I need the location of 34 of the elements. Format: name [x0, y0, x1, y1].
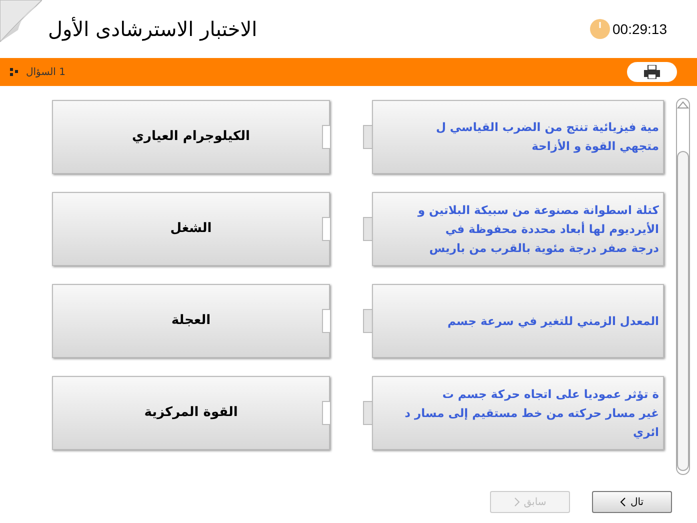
term-card[interactable]: الكيلوجرام العياري	[52, 100, 330, 174]
page-title: الاختبار الاسترشادى الأول	[48, 16, 258, 43]
connector-notch	[322, 217, 330, 241]
term-text: القوة المركزية	[144, 404, 238, 422]
chevron-left-icon	[620, 497, 626, 507]
term-text: الشغل	[170, 220, 212, 238]
timer: 00:29:13	[612, 20, 667, 38]
question-number: 1 السؤال	[26, 66, 66, 80]
term-card[interactable]: العجلة	[52, 284, 330, 358]
term-text: العجلة	[171, 312, 211, 330]
definition-text: كتلة اسطوانة مصنوعة من سبيكة البلاتين و الأيرديوم لها أبعاد محددة محفوظة في درجة صفر درجة مئوية بالقرب من باريس	[418, 202, 659, 257]
scroll-up-icon[interactable]	[677, 99, 689, 109]
definition-card[interactable]: المعدل الزمني للتغير في سرعة جسم	[372, 284, 664, 358]
term-card[interactable]: القوة المركزية	[52, 376, 330, 450]
term-text: الكيلوجرام العياري	[132, 128, 250, 146]
definition-text: المعدل الزمني للتغير في سرعة جسم	[448, 312, 659, 330]
chevron-right-icon	[514, 497, 520, 507]
connector-notch	[322, 309, 330, 333]
printer-icon	[644, 65, 660, 79]
page-curl-icon	[0, 0, 42, 42]
definition-card[interactable]: ة تؤثر عموديا على اتجاه حركة جسم ت غير مسار حركته من خط مستقيم إلى مسار د ائري	[372, 376, 664, 450]
scrollbar[interactable]	[676, 98, 690, 475]
definition-text: مية فيزيائية تنتج من الضرب القياسي ل متجهي القوة و الأزاحة	[436, 119, 659, 155]
connector-notch	[322, 401, 330, 425]
connector-notch	[322, 125, 330, 149]
grid-icon	[10, 68, 18, 76]
scroll-thumb[interactable]	[677, 151, 689, 471]
next-button[interactable]: تال	[592, 491, 672, 513]
definition-card[interactable]: كتلة اسطوانة مصنوعة من سبيكة البلاتين و الأيرديوم لها أبعاد محددة محفوظة في درجة صفر درجة مئوية بالقرب من باريس	[372, 192, 664, 266]
term-card[interactable]: الشغل	[52, 192, 330, 266]
clock-icon	[590, 19, 610, 39]
print-button[interactable]	[627, 62, 677, 82]
definition-card[interactable]: مية فيزيائية تنتج من الضرب القياسي ل متجهي القوة و الأزاحة	[372, 100, 664, 174]
definition-text: ة تؤثر عموديا على اتجاه حركة جسم ت غير مسار حركته من خط مستقيم إلى مسار د ائري	[404, 386, 659, 441]
